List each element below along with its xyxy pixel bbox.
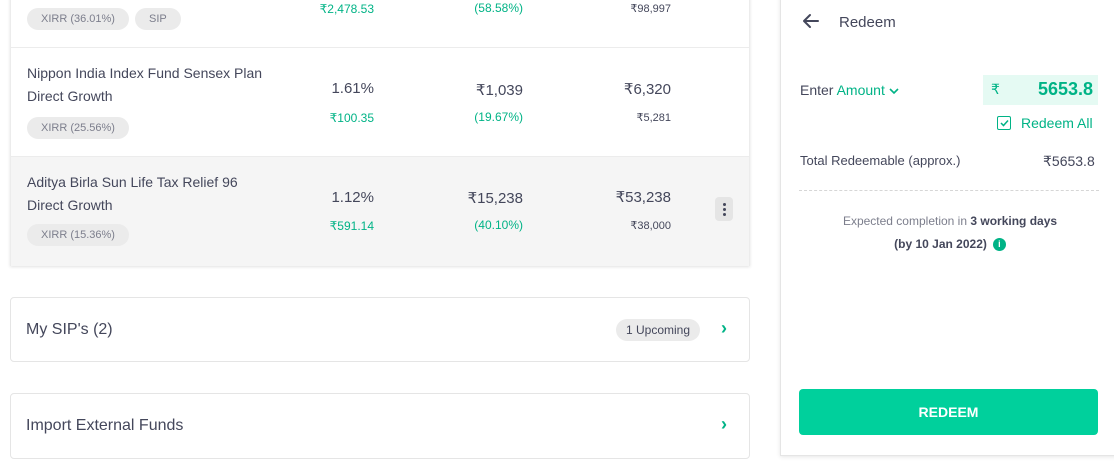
upcoming-badge: 1 Upcoming [615, 319, 700, 341]
checkbox-checked-icon [997, 116, 1011, 130]
expected-days: 3 working days [970, 214, 1058, 228]
import-funds-panel[interactable]: Import External Funds › [10, 393, 750, 459]
chevron-right-icon[interactable]: › [721, 414, 727, 435]
amount-dropdown-label: Amount [836, 82, 885, 98]
amount-input[interactable]: ₹ 5653.8 [983, 75, 1098, 105]
my-sips-title: My SIP's (2) [26, 321, 113, 338]
returns-amount: ₹100.35 [329, 111, 374, 125]
chevron-right-icon[interactable]: › [721, 318, 727, 339]
xirr-chip: XIRR (15.36%) [27, 224, 129, 246]
holding-row[interactable]: XIRR (36.01%) SIP ₹2,478.53 (58.58%) ₹98… [11, 0, 749, 48]
info-icon[interactable]: i [992, 238, 1006, 252]
holdings-card: XIRR (36.01%) SIP ₹2,478.53 (58.58%) ₹98… [10, 0, 750, 266]
redeem-title: Redeem [839, 14, 896, 31]
my-sips-panel[interactable]: My SIP's (2) 1 Upcoming › [10, 297, 750, 362]
current-percent: (40.10%) [474, 218, 523, 232]
invested-amount: ₹38,000 [630, 220, 671, 232]
expected-prefix: Expected completion in [842, 214, 968, 228]
total-redeemable-label: Total Redeemable (approx.) [800, 153, 961, 168]
invested-amount: ₹98,997 [630, 3, 671, 15]
fund-name[interactable]: Nippon India Index Fund Sensex Plan Dire… [27, 62, 267, 108]
holding-row[interactable]: Aditya Birla Sun Life Tax Relief 96 Dire… [11, 157, 749, 266]
enter-amount-label: Enter Amount [800, 82, 899, 98]
total-redeemable-value: ₹5653.8 [1043, 153, 1095, 169]
redeem-button[interactable]: REDEEM [799, 389, 1098, 435]
current-amount: ₹1,039 [475, 82, 523, 99]
holding-row[interactable]: Nippon India Index Fund Sensex Plan Dire… [11, 48, 749, 157]
fund-name[interactable]: Aditya Birla Sun Life Tax Relief 96 Dire… [27, 171, 267, 217]
redeem-panel: Redeem Enter Amount ₹ 5653.8 Redeem All … [780, 0, 1114, 456]
returns-percent: 1.12% [331, 189, 374, 206]
xirr-chip: XIRR (25.56%) [27, 117, 129, 139]
returns-percent: 1.61% [331, 80, 374, 97]
expected-date: (by 10 Jan 2022) [894, 237, 987, 251]
amount-value: 5653.8 [1037, 79, 1093, 99]
redeem-all-checkbox[interactable]: Redeem All [997, 115, 1093, 131]
value-amount: ₹53,238 [615, 189, 671, 206]
returns-amount: ₹591.14 [329, 219, 374, 233]
xirr-chip: XIRR (36.01%) [27, 8, 129, 30]
divider [799, 190, 1099, 191]
returns-amount: ₹2,478.53 [319, 2, 374, 16]
current-amount: ₹15,238 [467, 190, 523, 207]
more-options-icon[interactable] [715, 197, 733, 221]
current-percent: (58.58%) [474, 1, 523, 15]
amount-dropdown[interactable]: Amount [837, 82, 899, 98]
import-funds-title: Import External Funds [26, 417, 184, 434]
currency-symbol: ₹ [991, 81, 1000, 97]
expected-completion: Expected completion in 3 working days (b… [800, 210, 1100, 256]
value-amount: ₹6,320 [623, 81, 671, 98]
current-percent: (19.67%) [474, 110, 523, 124]
back-arrow-icon[interactable] [801, 11, 821, 31]
sip-chip: SIP [135, 8, 181, 30]
redeem-all-label: Redeem All [1021, 115, 1093, 131]
chevron-down-icon [889, 88, 899, 94]
invested-amount: ₹5,281 [636, 112, 671, 124]
enter-label: Enter [800, 82, 834, 98]
